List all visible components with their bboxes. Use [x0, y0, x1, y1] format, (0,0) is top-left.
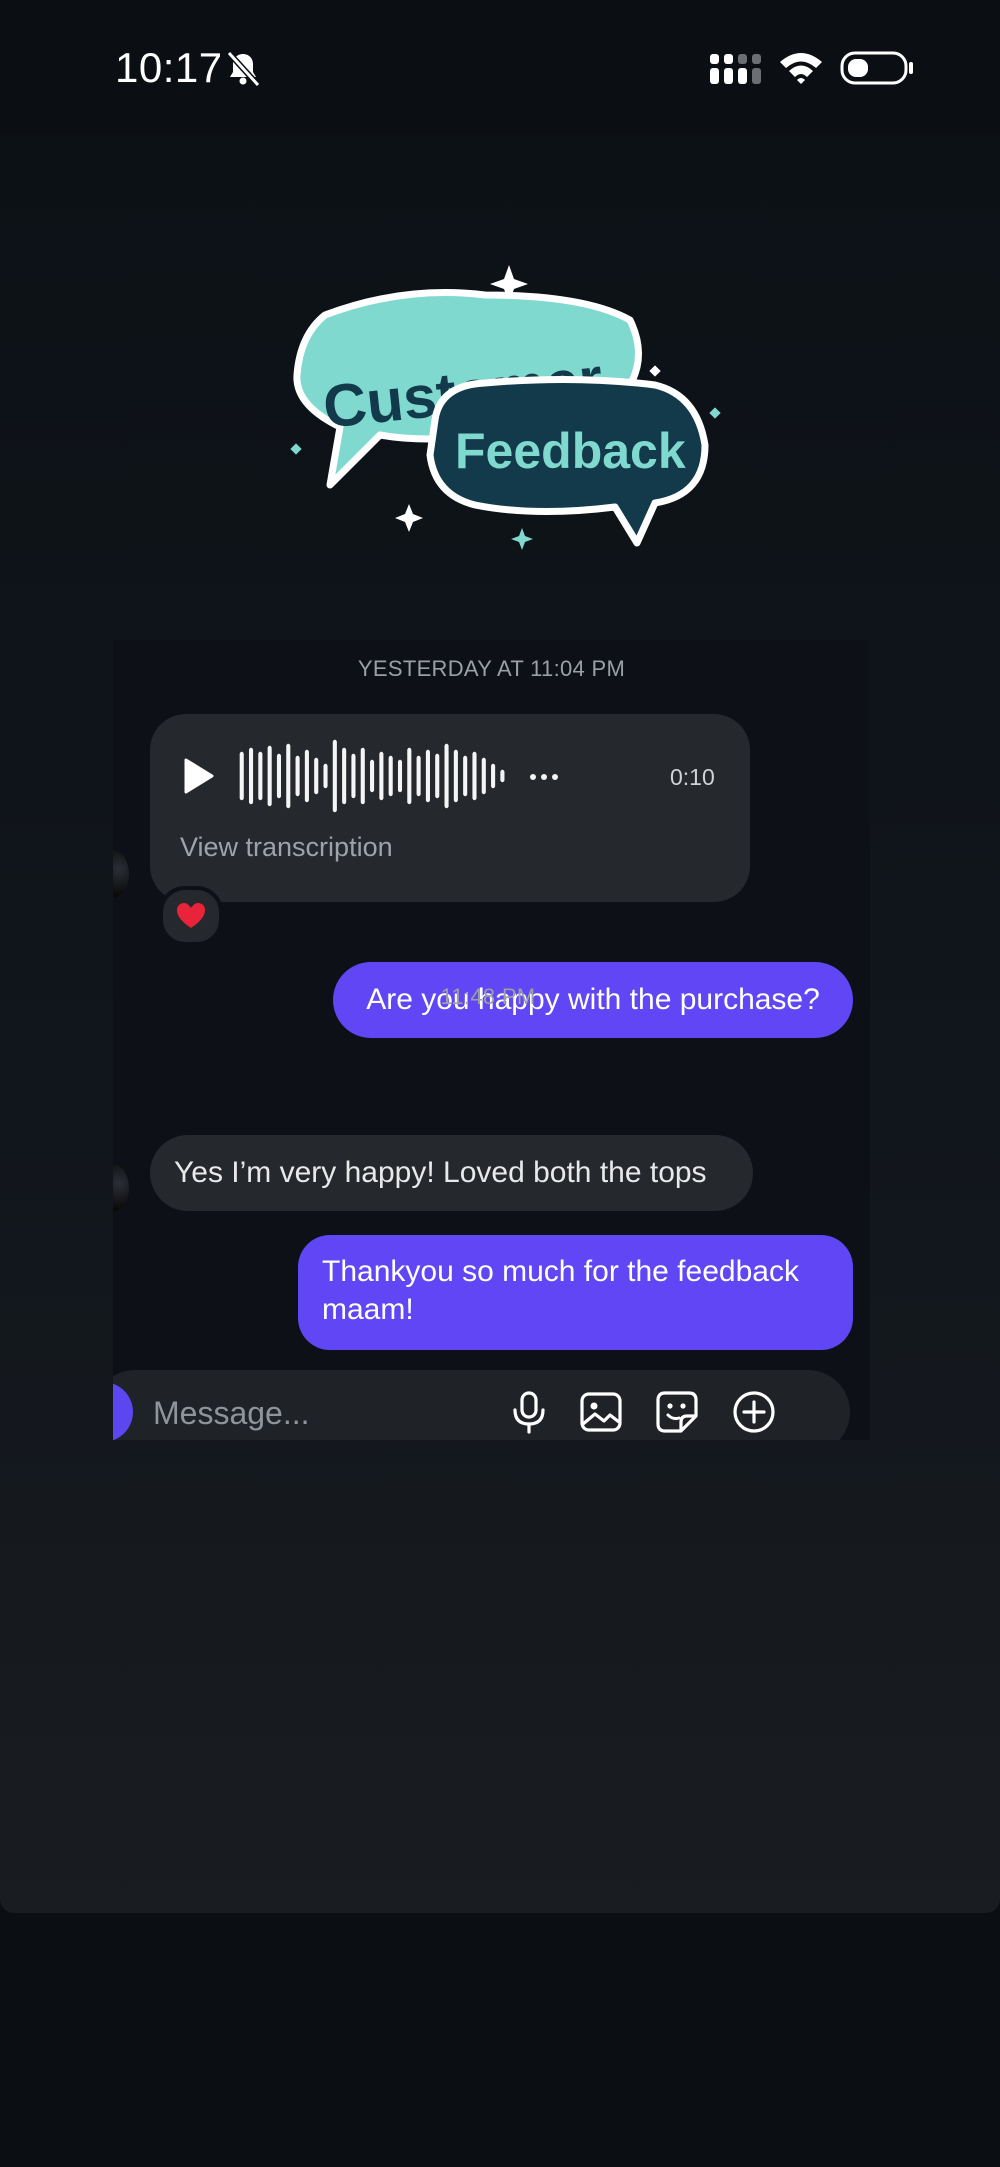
- play-icon[interactable]: [178, 756, 218, 796]
- heart-reaction[interactable]: [159, 886, 223, 946]
- status-bar: 10:17: [0, 0, 1000, 135]
- sparkle-icon: [395, 504, 423, 532]
- sticker-icon[interactable]: [653, 1388, 701, 1436]
- cellular-signal-icon: [710, 54, 761, 84]
- message-input[interactable]: [151, 1392, 535, 1434]
- wifi-icon: [780, 53, 822, 84]
- sticker-text-feedback: Feedback: [455, 423, 686, 479]
- battery-icon: [840, 51, 913, 85]
- microphone-icon[interactable]: [505, 1388, 553, 1436]
- view-transcription-link[interactable]: View transcription: [180, 832, 393, 863]
- timestamp-yesterday: YESTERDAY AT 11:04 PM: [357, 656, 626, 681]
- camera-button[interactable]: [113, 1382, 133, 1440]
- gallery-icon[interactable]: [577, 1388, 625, 1436]
- voice-message-bubble[interactable]: 0:10 View transcription: [150, 714, 750, 902]
- sparkle-icon: [511, 528, 533, 550]
- customer-feedback-sticker[interactable]: Customer Feedback: [285, 255, 725, 555]
- timestamp-1148: 11:48 PM: [440, 984, 536, 1009]
- waveform-tail: [530, 774, 558, 780]
- voice-duration: 0:10: [670, 764, 715, 790]
- audio-waveform[interactable]: [238, 736, 508, 816]
- outgoing-message-bubble[interactable]: Thankyou so much for the feedback maam!: [298, 1235, 853, 1350]
- message-composer: [113, 1370, 850, 1440]
- bell-muted-icon: [226, 50, 261, 88]
- message-line: maam!: [322, 1293, 414, 1326]
- add-icon[interactable]: [730, 1388, 778, 1436]
- chat-screenshot: YESTERDAY AT 11:04 PM 0:10 View transcri…: [113, 640, 870, 1440]
- heart-icon: [177, 903, 205, 928]
- avatar[interactable]: [113, 1164, 129, 1212]
- message-line: Thankyou so much for the feedback: [322, 1255, 799, 1288]
- status-time: 10:17: [115, 44, 223, 91]
- incoming-message-bubble[interactable]: Yes I’m very happy! Loved both the tops: [150, 1135, 753, 1211]
- avatar[interactable]: [113, 850, 129, 898]
